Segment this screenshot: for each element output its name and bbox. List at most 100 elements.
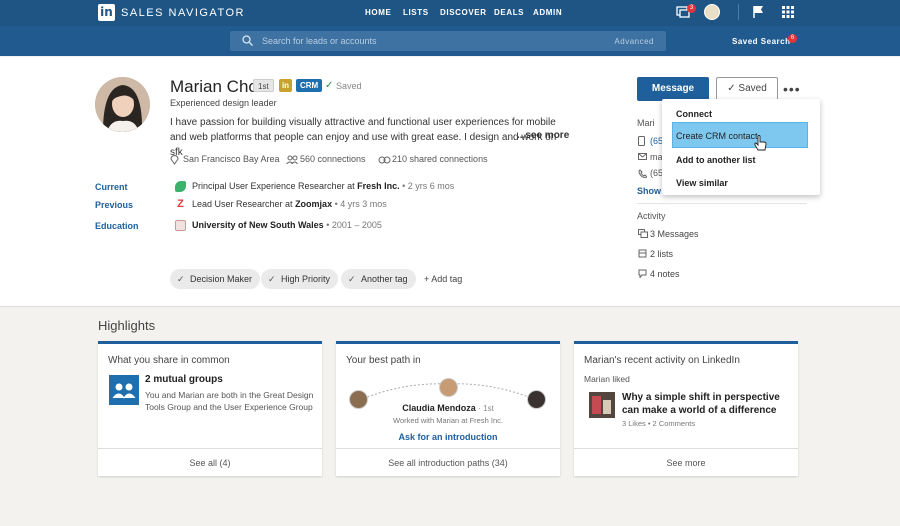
current-label: Current xyxy=(95,182,128,192)
previous-position: Lead User Researcher at Zoomjax • 4 yrs … xyxy=(192,199,387,209)
card-title: Your best path in xyxy=(346,355,421,366)
card-shared-in-common: What you share in common 2 mutual groups… xyxy=(98,341,322,476)
intro-person-degree: · 1st xyxy=(478,404,494,413)
tag-another[interactable]: Another tag xyxy=(341,269,416,289)
menu-item-add-to-list[interactable]: Add to another list xyxy=(676,155,756,165)
summary-text: I have passion for building visually att… xyxy=(170,117,557,158)
intro-person-name[interactable]: Claudia Mendoza xyxy=(402,403,476,413)
current-company-link[interactable]: Fresh Inc. xyxy=(357,181,400,191)
add-tag-button[interactable]: + Add tag xyxy=(424,274,462,284)
connections-icon xyxy=(286,155,298,164)
email-icon xyxy=(638,153,647,160)
check-icon: ✓ xyxy=(727,83,739,94)
previous-label: Previous xyxy=(95,200,134,210)
more-actions-button[interactable]: ••• xyxy=(783,81,801,97)
menu-item-view-similar[interactable]: View similar xyxy=(676,178,728,188)
profile-photo-image xyxy=(95,77,150,132)
hand-cursor-icon xyxy=(754,135,767,151)
nav-home[interactable]: HOME xyxy=(365,8,391,17)
search-icon xyxy=(242,35,253,46)
more-actions-dropdown: Connect Create CRM contact Add to anothe… xyxy=(662,99,820,195)
nav-admin[interactable]: ADMIN xyxy=(533,8,562,17)
activity-notes[interactable]: 4 notes xyxy=(650,269,680,279)
article-title-link[interactable]: Why a simple shift in perspective can ma… xyxy=(622,391,794,417)
university-crest-icon xyxy=(175,220,186,231)
highlights-heading: Highlights xyxy=(98,318,156,333)
apps-grid-icon[interactable] xyxy=(782,6,794,18)
crm-badge: CRM xyxy=(296,79,323,92)
advanced-search-link[interactable]: Advanced xyxy=(614,37,654,46)
linkedin-badge-icon: in xyxy=(279,79,292,92)
location-icon xyxy=(170,155,179,165)
menu-item-create-crm-contact[interactable]: Create CRM contact xyxy=(676,131,758,141)
saved-search-link[interactable]: Saved Search xyxy=(732,37,790,46)
intro-person: Claudia Mendoza · 1st xyxy=(336,403,560,413)
card-title: What you share in common xyxy=(108,355,230,366)
message-button[interactable]: Message xyxy=(637,77,709,101)
degree-badge: 1st xyxy=(253,79,274,92)
note-icon xyxy=(638,269,647,278)
see-all-button[interactable]: See all (4) xyxy=(98,448,322,476)
saved-search-badge: 6 xyxy=(788,34,797,43)
location: San Francisco Bay Area xyxy=(183,154,280,164)
notification-badge: 3 xyxy=(687,4,696,13)
card-recent-activity: Marian's recent activity on LinkedIn Mar… xyxy=(574,341,798,476)
phone-icon xyxy=(638,136,645,146)
profile-name: Marian Cho xyxy=(170,77,258,96)
card-title: Marian's recent activity on LinkedIn xyxy=(584,355,740,366)
linkedin-logo[interactable]: in xyxy=(98,4,115,21)
email-address[interactable]: ma xyxy=(650,152,663,162)
activity-messages[interactable]: 3 Messages xyxy=(650,229,699,239)
nav-lists[interactable]: LISTS xyxy=(403,8,429,17)
see-more-link[interactable]: ...see more xyxy=(517,130,569,141)
app-title: SALES NAVIGATOR xyxy=(121,7,245,19)
profile-card: Marian Cho 1st in CRM ✓ Saved Experience… xyxy=(0,57,900,307)
previous-company-link[interactable]: Zoomjax xyxy=(295,199,332,209)
education-label: Education xyxy=(95,221,139,231)
profile-headline: Experienced design leader xyxy=(170,98,277,108)
see-all-introduction-paths-button[interactable]: See all introduction paths (34) xyxy=(336,448,560,476)
activity-heading: Activity xyxy=(637,211,666,221)
groups-icon xyxy=(109,375,139,405)
show-more-link[interactable]: Show xyxy=(637,186,661,196)
search-placeholder: Search for leads or accounts xyxy=(262,36,377,46)
flag-icon[interactable] xyxy=(752,5,764,19)
user-avatar[interactable] xyxy=(704,4,720,20)
mutual-groups-description: You and Marian are both in the Great Des… xyxy=(145,390,314,412)
saved-button[interactable]: ✓ Saved xyxy=(716,77,778,101)
call-icon xyxy=(638,169,647,178)
article-stats: 3 Likes • 2 Comments xyxy=(622,419,696,428)
ask-introduction-link[interactable]: Ask for an introduction xyxy=(336,432,560,442)
contact-label: Mari xyxy=(637,118,655,128)
saved-status: Saved xyxy=(336,81,362,91)
check-icon: ✓ xyxy=(325,80,334,91)
intro-person-subtitle: Worked with Marian at Fresh Inc. xyxy=(393,416,503,425)
lists-icon xyxy=(638,249,647,258)
avatar-claudia-mendoza[interactable] xyxy=(439,378,458,397)
activity-liked-label: Marian liked xyxy=(584,374,630,384)
card-best-path: Your best path in Claudia Mendoza · 1st … xyxy=(336,341,560,476)
fresh-inc-logo xyxy=(175,181,186,192)
nav-deals[interactable]: DEALS xyxy=(494,8,524,17)
search-input[interactable]: Search for leads or accounts Advanced xyxy=(230,31,666,51)
education-entry: University of New South Wales • 2001 – 2… xyxy=(192,220,382,230)
tag-decision-maker[interactable]: Decision Maker xyxy=(170,269,261,289)
article-thumbnail[interactable] xyxy=(589,392,615,418)
tag-high-priority[interactable]: High Priority xyxy=(261,269,339,289)
profile-photo xyxy=(95,77,150,132)
messages-icon xyxy=(638,229,648,238)
see-more-button[interactable]: See more xyxy=(574,448,798,476)
shared-connections-icon xyxy=(378,156,391,164)
nav-divider xyxy=(738,4,739,20)
top-navigation-bar: in SALES NAVIGATOR HOME LISTS DISCOVER D… xyxy=(0,0,900,56)
shared-connections-count[interactable]: 210 shared connections xyxy=(392,154,488,164)
zoomjax-logo: Z xyxy=(175,199,186,210)
current-position: Principal User Experience Researcher at … xyxy=(192,181,455,191)
divider xyxy=(637,203,807,204)
activity-lists[interactable]: 2 lists xyxy=(650,249,673,259)
connections-count[interactable]: 560 connections xyxy=(300,154,366,164)
nav-discover[interactable]: DISCOVER xyxy=(440,8,487,17)
menu-item-connect[interactable]: Connect xyxy=(676,109,712,119)
school-link[interactable]: University of New South Wales xyxy=(192,220,324,230)
mutual-groups-link[interactable]: 2 mutual groups xyxy=(145,374,223,385)
